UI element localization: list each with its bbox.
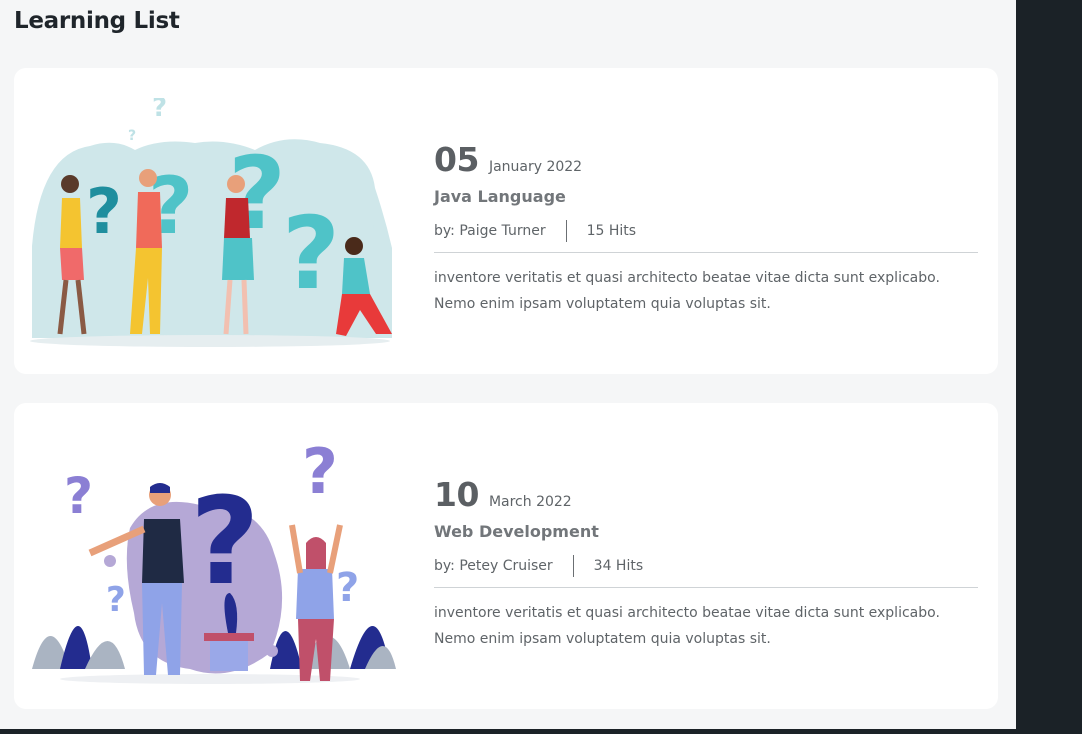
post-info: 10 March 2022 Web Development by: Petey …	[434, 475, 978, 652]
post-author: by: Paige Turner	[434, 223, 546, 239]
svg-text:?: ?	[302, 435, 338, 508]
svg-text:?: ?	[282, 195, 340, 312]
post-date: 05 January 2022	[434, 140, 978, 179]
divider	[434, 252, 978, 253]
page-title: Learning List	[14, 8, 180, 34]
post-meta: by: Petey Cruiser 34 Hits	[434, 555, 978, 577]
svg-text:?: ?	[64, 467, 93, 525]
post-hits: 34 Hits	[593, 558, 644, 574]
right-dark-panel	[1016, 0, 1082, 734]
svg-text:?: ?	[152, 98, 167, 123]
post-title[interactable]: Java Language	[434, 187, 978, 206]
post-info: 05 January 2022 Java Language by: Paige …	[434, 140, 978, 317]
svg-text:?: ?	[86, 175, 122, 248]
post-day: 10	[434, 475, 479, 514]
post-month-year: March 2022	[488, 494, 572, 510]
post-date: 10 March 2022	[434, 475, 978, 514]
svg-text:?: ?	[38, 207, 51, 232]
svg-text:?: ?	[190, 473, 260, 612]
post-author: by: Petey Cruiser	[434, 558, 553, 574]
svg-text:?: ?	[336, 565, 359, 611]
post-description: inventore veritatis et quasi architecto …	[434, 270, 940, 312]
question-people-illustration: ? ? ? ? ?	[32, 435, 396, 684]
post-meta: by: Paige Turner 15 Hits	[434, 220, 978, 242]
divider	[434, 587, 978, 588]
learning-list-page: Learning List ? ? ? ? ? ? ? ? 05 January…	[0, 0, 1016, 729]
post-day: 05	[434, 140, 479, 179]
svg-text:?: ?	[128, 128, 136, 144]
svg-text:?: ?	[370, 209, 383, 234]
post-description: inventore veritatis et quasi architecto …	[434, 605, 940, 647]
post-card[interactable]: ? ? ? ? ? 10 March 2022 Web Development …	[14, 403, 998, 709]
post-month-year: January 2022	[488, 159, 583, 175]
svg-text:?: ?	[106, 580, 126, 620]
post-card[interactable]: ? ? ? ? ? ? ? ? 05 January 2022 Java Lan…	[14, 68, 998, 374]
question-people-illustration: ? ? ? ? ? ? ? ?	[30, 98, 392, 347]
post-hits: 15 Hits	[586, 223, 637, 239]
post-title[interactable]: Web Development	[434, 522, 978, 541]
